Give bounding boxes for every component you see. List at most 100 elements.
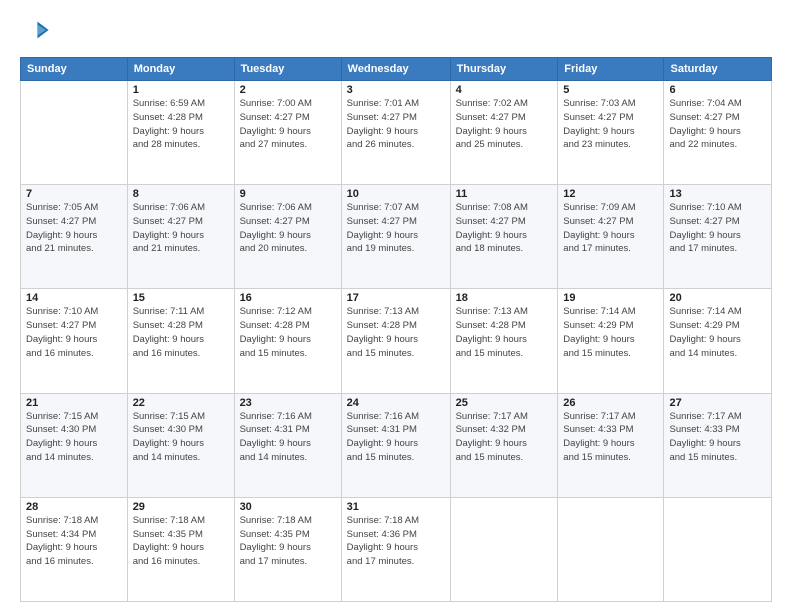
day-info: Sunrise: 7:15 AMSunset: 4:30 PMDaylight:… (133, 410, 229, 465)
week-row-3: 14Sunrise: 7:10 AMSunset: 4:27 PMDayligh… (21, 289, 772, 393)
day-info: Sunrise: 7:18 AMSunset: 4:36 PMDaylight:… (347, 514, 445, 569)
day-info: Sunrise: 7:18 AMSunset: 4:34 PMDaylight:… (26, 514, 122, 569)
day-number: 18 (456, 292, 553, 304)
col-header-sunday: Sunday (21, 58, 128, 81)
day-number: 4 (456, 84, 553, 96)
day-cell: 16Sunrise: 7:12 AMSunset: 4:28 PMDayligh… (234, 289, 341, 393)
day-info: Sunrise: 7:11 AMSunset: 4:28 PMDaylight:… (133, 305, 229, 360)
day-number: 25 (456, 397, 553, 409)
day-number: 6 (669, 84, 766, 96)
day-info: Sunrise: 7:16 AMSunset: 4:31 PMDaylight:… (240, 410, 336, 465)
day-info: Sunrise: 7:10 AMSunset: 4:27 PMDaylight:… (669, 201, 766, 256)
day-cell: 2Sunrise: 7:00 AMSunset: 4:27 PMDaylight… (234, 81, 341, 185)
day-number: 23 (240, 397, 336, 409)
logo (20, 16, 50, 49)
col-header-saturday: Saturday (664, 58, 772, 81)
day-number: 12 (563, 188, 658, 200)
day-cell: 20Sunrise: 7:14 AMSunset: 4:29 PMDayligh… (664, 289, 772, 393)
day-cell: 24Sunrise: 7:16 AMSunset: 4:31 PMDayligh… (341, 393, 450, 497)
header (20, 16, 772, 49)
day-cell: 19Sunrise: 7:14 AMSunset: 4:29 PMDayligh… (558, 289, 664, 393)
calendar-header-row: SundayMondayTuesdayWednesdayThursdayFrid… (21, 58, 772, 81)
day-info: Sunrise: 7:04 AMSunset: 4:27 PMDaylight:… (669, 97, 766, 152)
day-number: 1 (133, 84, 229, 96)
day-number: 31 (347, 501, 445, 513)
day-info: Sunrise: 7:10 AMSunset: 4:27 PMDaylight:… (26, 305, 122, 360)
day-info: Sunrise: 7:15 AMSunset: 4:30 PMDaylight:… (26, 410, 122, 465)
day-cell: 10Sunrise: 7:07 AMSunset: 4:27 PMDayligh… (341, 185, 450, 289)
week-row-2: 7Sunrise: 7:05 AMSunset: 4:27 PMDaylight… (21, 185, 772, 289)
day-cell: 11Sunrise: 7:08 AMSunset: 4:27 PMDayligh… (450, 185, 558, 289)
day-number: 11 (456, 188, 553, 200)
day-cell: 28Sunrise: 7:18 AMSunset: 4:34 PMDayligh… (21, 497, 128, 601)
day-number: 21 (26, 397, 122, 409)
day-cell: 21Sunrise: 7:15 AMSunset: 4:30 PMDayligh… (21, 393, 128, 497)
day-cell: 7Sunrise: 7:05 AMSunset: 4:27 PMDaylight… (21, 185, 128, 289)
day-info: Sunrise: 7:16 AMSunset: 4:31 PMDaylight:… (347, 410, 445, 465)
day-cell: 17Sunrise: 7:13 AMSunset: 4:28 PMDayligh… (341, 289, 450, 393)
day-info: Sunrise: 7:03 AMSunset: 4:27 PMDaylight:… (563, 97, 658, 152)
day-cell: 1Sunrise: 6:59 AMSunset: 4:28 PMDaylight… (127, 81, 234, 185)
day-number: 24 (347, 397, 445, 409)
day-number: 17 (347, 292, 445, 304)
day-number: 13 (669, 188, 766, 200)
day-info: Sunrise: 7:18 AMSunset: 4:35 PMDaylight:… (133, 514, 229, 569)
day-number: 3 (347, 84, 445, 96)
calendar: SundayMondayTuesdayWednesdayThursdayFrid… (20, 57, 772, 602)
day-number: 5 (563, 84, 658, 96)
day-info: Sunrise: 7:17 AMSunset: 4:33 PMDaylight:… (669, 410, 766, 465)
col-header-wednesday: Wednesday (341, 58, 450, 81)
day-cell: 15Sunrise: 7:11 AMSunset: 4:28 PMDayligh… (127, 289, 234, 393)
day-number: 29 (133, 501, 229, 513)
day-cell: 22Sunrise: 7:15 AMSunset: 4:30 PMDayligh… (127, 393, 234, 497)
day-info: Sunrise: 7:07 AMSunset: 4:27 PMDaylight:… (347, 201, 445, 256)
day-cell: 12Sunrise: 7:09 AMSunset: 4:27 PMDayligh… (558, 185, 664, 289)
week-row-5: 28Sunrise: 7:18 AMSunset: 4:34 PMDayligh… (21, 497, 772, 601)
week-row-1: 1Sunrise: 6:59 AMSunset: 4:28 PMDaylight… (21, 81, 772, 185)
day-info: Sunrise: 7:12 AMSunset: 4:28 PMDaylight:… (240, 305, 336, 360)
week-row-4: 21Sunrise: 7:15 AMSunset: 4:30 PMDayligh… (21, 393, 772, 497)
day-info: Sunrise: 7:06 AMSunset: 4:27 PMDaylight:… (133, 201, 229, 256)
day-cell: 25Sunrise: 7:17 AMSunset: 4:32 PMDayligh… (450, 393, 558, 497)
day-number: 28 (26, 501, 122, 513)
col-header-tuesday: Tuesday (234, 58, 341, 81)
day-number: 10 (347, 188, 445, 200)
day-cell: 14Sunrise: 7:10 AMSunset: 4:27 PMDayligh… (21, 289, 128, 393)
day-cell: 13Sunrise: 7:10 AMSunset: 4:27 PMDayligh… (664, 185, 772, 289)
day-info: Sunrise: 7:13 AMSunset: 4:28 PMDaylight:… (347, 305, 445, 360)
day-cell (21, 81, 128, 185)
day-cell (664, 497, 772, 601)
day-number: 14 (26, 292, 122, 304)
day-info: Sunrise: 7:00 AMSunset: 4:27 PMDaylight:… (240, 97, 336, 152)
day-info: Sunrise: 7:17 AMSunset: 4:33 PMDaylight:… (563, 410, 658, 465)
col-header-friday: Friday (558, 58, 664, 81)
day-number: 19 (563, 292, 658, 304)
day-info: Sunrise: 7:18 AMSunset: 4:35 PMDaylight:… (240, 514, 336, 569)
day-number: 16 (240, 292, 336, 304)
day-number: 2 (240, 84, 336, 96)
day-number: 9 (240, 188, 336, 200)
day-cell: 18Sunrise: 7:13 AMSunset: 4:28 PMDayligh… (450, 289, 558, 393)
day-cell (558, 497, 664, 601)
day-number: 22 (133, 397, 229, 409)
day-cell: 3Sunrise: 7:01 AMSunset: 4:27 PMDaylight… (341, 81, 450, 185)
day-cell: 23Sunrise: 7:16 AMSunset: 4:31 PMDayligh… (234, 393, 341, 497)
day-info: Sunrise: 7:01 AMSunset: 4:27 PMDaylight:… (347, 97, 445, 152)
day-number: 26 (563, 397, 658, 409)
day-info: Sunrise: 7:14 AMSunset: 4:29 PMDaylight:… (563, 305, 658, 360)
day-number: 27 (669, 397, 766, 409)
day-info: Sunrise: 7:08 AMSunset: 4:27 PMDaylight:… (456, 201, 553, 256)
day-number: 15 (133, 292, 229, 304)
day-info: Sunrise: 7:14 AMSunset: 4:29 PMDaylight:… (669, 305, 766, 360)
day-cell: 26Sunrise: 7:17 AMSunset: 4:33 PMDayligh… (558, 393, 664, 497)
day-info: Sunrise: 7:09 AMSunset: 4:27 PMDaylight:… (563, 201, 658, 256)
day-number: 8 (133, 188, 229, 200)
day-cell: 4Sunrise: 7:02 AMSunset: 4:27 PMDaylight… (450, 81, 558, 185)
day-info: Sunrise: 7:02 AMSunset: 4:27 PMDaylight:… (456, 97, 553, 152)
day-cell: 6Sunrise: 7:04 AMSunset: 4:27 PMDaylight… (664, 81, 772, 185)
day-info: Sunrise: 7:17 AMSunset: 4:32 PMDaylight:… (456, 410, 553, 465)
day-info: Sunrise: 7:06 AMSunset: 4:27 PMDaylight:… (240, 201, 336, 256)
day-cell: 8Sunrise: 7:06 AMSunset: 4:27 PMDaylight… (127, 185, 234, 289)
day-number: 7 (26, 188, 122, 200)
day-info: Sunrise: 7:05 AMSunset: 4:27 PMDaylight:… (26, 201, 122, 256)
